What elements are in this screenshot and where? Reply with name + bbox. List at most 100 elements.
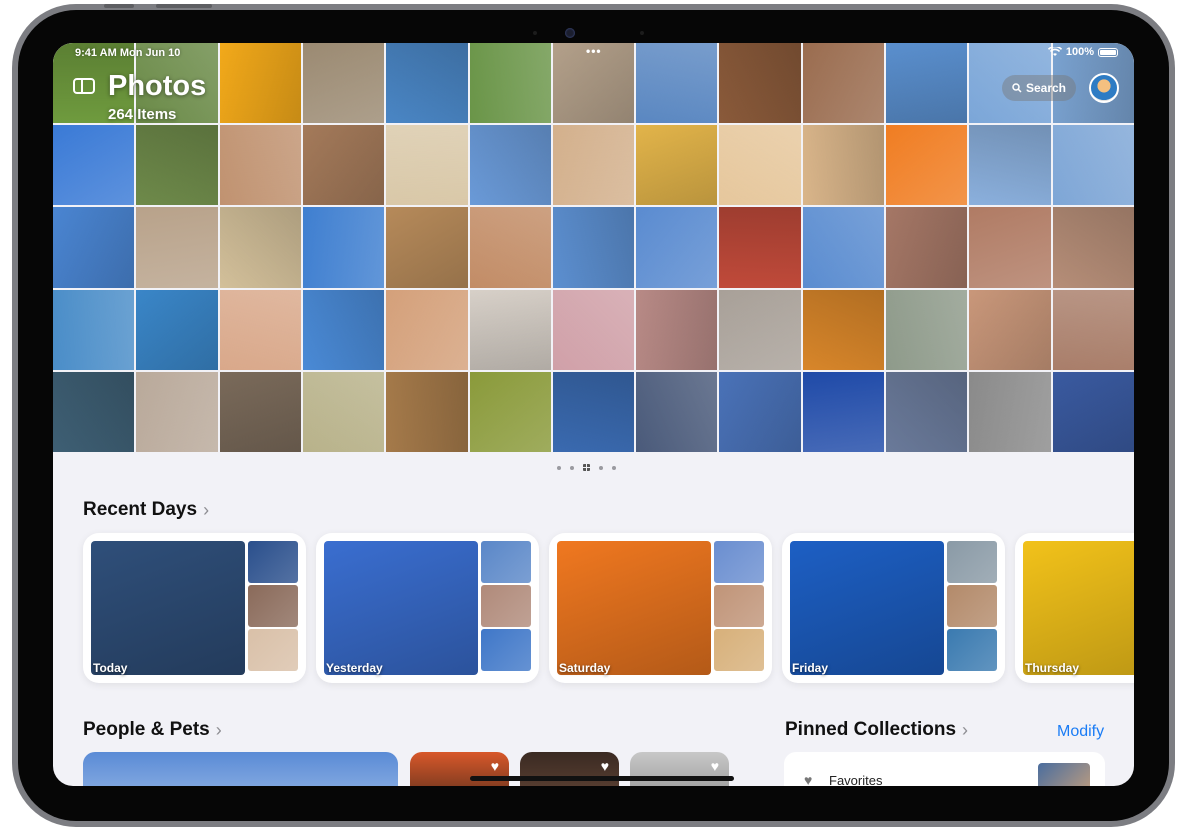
photo-thumbnail[interactable] (469, 125, 551, 206)
photo-thumbnail[interactable] (719, 289, 801, 370)
home-indicator[interactable] (470, 776, 734, 781)
photo-thumbnail[interactable] (969, 125, 1051, 206)
photo-thumbnail[interactable] (136, 125, 218, 206)
photo-thumbnail[interactable] (302, 207, 385, 288)
front-camera (565, 28, 575, 38)
photo-thumbnail[interactable] (636, 207, 718, 288)
people-pets-header[interactable]: People & Pets › (83, 719, 222, 741)
page-dot[interactable] (599, 465, 603, 470)
day-main-photo (557, 541, 711, 675)
photo-thumbnail[interactable] (886, 125, 968, 206)
photo-thumbnail[interactable] (469, 207, 551, 288)
recent-days-header[interactable]: Recent Days › (83, 499, 209, 521)
photo-thumbnail[interactable] (136, 289, 218, 370)
pinned-collections-header[interactable]: Pinned Collections › (785, 719, 968, 741)
top-button (104, 4, 134, 8)
day-card[interactable]: Saturday (549, 533, 772, 683)
photo-thumbnail[interactable] (53, 125, 135, 206)
status-time: 9:41 AM Mon Jun 10 (75, 47, 181, 59)
heart-icon[interactable]: ♥ (601, 758, 609, 774)
photo-thumbnail[interactable] (53, 289, 135, 370)
photo-thumbnail[interactable] (719, 371, 801, 452)
photos-app-screen: 9:41 AM Mon Jun 10 ••• 100% Photos 264 I… (53, 43, 1134, 786)
photo-thumbnail[interactable] (552, 289, 635, 370)
photo-thumbnail[interactable] (802, 289, 885, 370)
photo-thumbnail[interactable] (969, 289, 1051, 370)
photo-thumbnail[interactable] (636, 125, 718, 206)
page-dot[interactable] (612, 465, 616, 470)
photo-thumbnail[interactable] (719, 125, 801, 206)
account-avatar[interactable] (1089, 73, 1119, 103)
photo-thumbnail[interactable] (1052, 289, 1134, 370)
modify-button[interactable]: Modify (1057, 723, 1104, 741)
photo-thumbnail[interactable] (719, 43, 801, 124)
photo-thumbnail[interactable] (886, 289, 968, 370)
day-thumbnail (947, 629, 997, 671)
photo-thumbnail[interactable] (386, 207, 468, 288)
photo-thumbnail[interactable] (302, 371, 385, 452)
photo-thumbnail[interactable] (219, 125, 301, 206)
photo-thumbnail[interactable] (386, 371, 468, 452)
multitasking-dots[interactable]: ••• (586, 44, 602, 58)
photo-thumbnail[interactable] (969, 371, 1051, 452)
photo-thumbnail[interactable] (302, 289, 385, 370)
heart-icon[interactable]: ♥ (711, 758, 719, 774)
wifi-icon (1047, 47, 1062, 56)
photo-thumbnail[interactable] (719, 207, 801, 288)
people-card-large[interactable] (83, 752, 398, 786)
photo-thumbnail[interactable] (969, 207, 1051, 288)
photo-thumbnail[interactable] (53, 207, 135, 288)
search-button[interactable]: Search (1002, 75, 1076, 101)
sidebar-toggle-icon[interactable] (73, 78, 95, 94)
heart-icon[interactable]: ♥ (491, 758, 499, 774)
photo-thumbnail[interactable] (636, 289, 718, 370)
photo-thumbnail[interactable] (219, 207, 301, 288)
pinned-collections-title: Pinned Collections (785, 719, 957, 740)
day-main-photo (91, 541, 245, 675)
day-thumbnail (947, 585, 997, 627)
photo-thumbnail[interactable] (802, 43, 885, 124)
sensor (640, 31, 644, 35)
photo-thumbnail[interactable] (802, 371, 885, 452)
photo-thumbnail[interactable] (802, 207, 885, 288)
photo-thumbnail[interactable] (136, 371, 218, 452)
photo-thumbnail[interactable] (302, 43, 385, 124)
photo-thumbnail[interactable] (886, 371, 968, 452)
photo-thumbnail[interactable] (1052, 207, 1134, 288)
photo-thumbnail[interactable] (886, 43, 968, 124)
photo-thumbnail[interactable] (53, 371, 135, 452)
pinned-favorites-card[interactable]: ♥ Favorites (784, 752, 1105, 786)
page-indicator[interactable] (557, 464, 616, 471)
photo-thumbnail[interactable] (1052, 371, 1134, 452)
photo-thumbnail[interactable] (219, 43, 301, 124)
photo-thumbnail[interactable] (1052, 125, 1134, 206)
photo-thumbnail[interactable] (552, 125, 635, 206)
grid-page-icon[interactable] (583, 464, 590, 471)
photo-thumbnail[interactable] (386, 125, 468, 206)
chevron-right-icon: › (203, 499, 210, 520)
photo-thumbnail[interactable] (302, 125, 385, 206)
day-card[interactable]: Yesterday (316, 533, 539, 683)
photo-thumbnail[interactable] (469, 289, 551, 370)
photo-thumbnail[interactable] (219, 371, 301, 452)
page-title: Photos (108, 70, 207, 102)
photo-thumbnail[interactable] (636, 371, 718, 452)
photo-thumbnail[interactable] (552, 371, 635, 452)
photo-thumbnail[interactable] (386, 289, 468, 370)
favorites-thumbnail (1038, 763, 1090, 786)
photo-thumbnail[interactable] (552, 207, 635, 288)
photo-thumbnail[interactable] (219, 289, 301, 370)
photo-thumbnail[interactable] (386, 43, 468, 124)
photo-thumbnail[interactable] (136, 207, 218, 288)
photo-thumbnail[interactable] (469, 371, 551, 452)
photo-thumbnail[interactable] (636, 43, 718, 124)
photo-thumbnail[interactable] (469, 43, 551, 124)
photo-thumbnail[interactable] (802, 125, 885, 206)
day-thumbnail (481, 541, 531, 583)
page-dot[interactable] (570, 465, 574, 470)
day-card[interactable]: Thursday (1015, 533, 1134, 683)
day-card[interactable]: Friday (782, 533, 1005, 683)
page-dot[interactable] (557, 465, 561, 470)
day-card[interactable]: Today (83, 533, 306, 683)
photo-thumbnail[interactable] (886, 207, 968, 288)
